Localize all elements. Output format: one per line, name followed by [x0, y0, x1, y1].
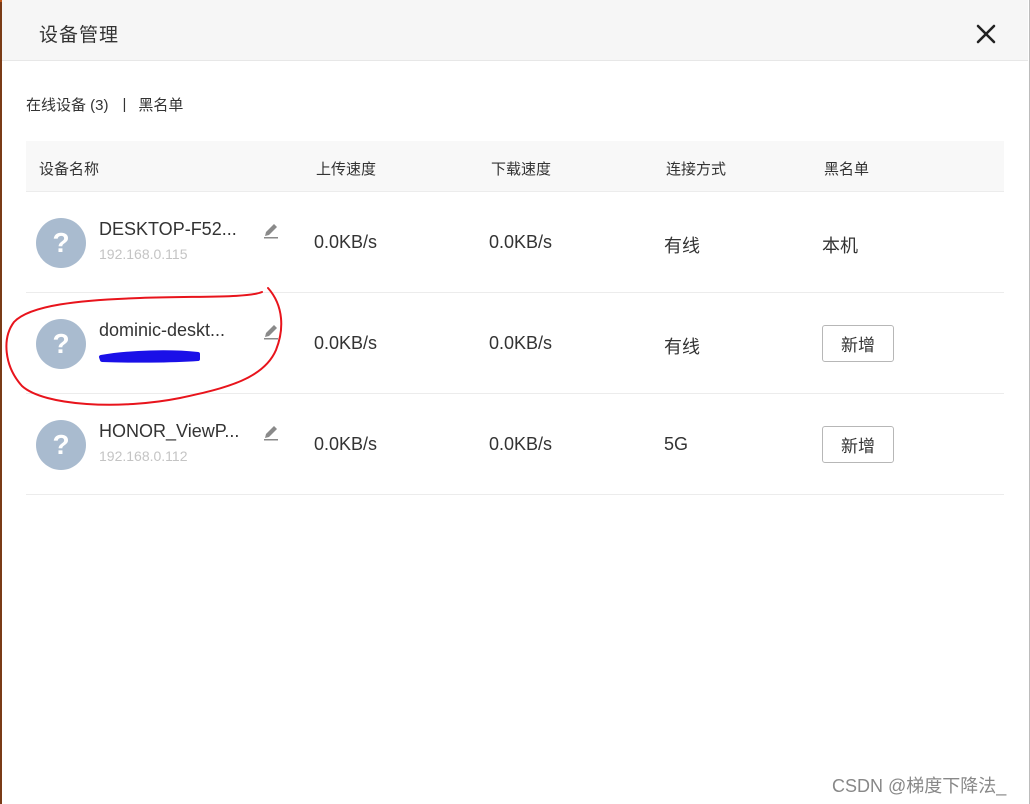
connection-type: 有线: [664, 236, 700, 256]
column-header-download-speed: 下载速度: [491, 161, 552, 178]
add-to-blacklist-button[interactable]: 新增: [822, 325, 894, 362]
upload-speed: 0.0KB/s: [314, 232, 378, 252]
device-name: dominic-deskt...: [99, 320, 226, 340]
pencil-icon[interactable]: [262, 221, 280, 239]
upload-speed: 0.0KB/s: [314, 333, 378, 353]
pencil-icon[interactable]: [262, 423, 280, 441]
tab-online-devices[interactable]: 在线设备 (3): [26, 94, 109, 115]
device-name: DESKTOP-F52...: [99, 219, 237, 239]
table-row: ? DESKTOP-F52... 192.168.0.115 0.0KB/s 0…: [26, 192, 1004, 293]
question-mark-icon: ?: [36, 319, 86, 369]
upload-speed: 0.0KB/s: [314, 434, 378, 454]
add-to-blacklist-button[interactable]: 新增: [822, 426, 894, 463]
question-mark-icon: ?: [36, 420, 86, 470]
table-row: ? HONOR_ViewP... 192.168.0.112 0.0KB/s 0…: [26, 394, 1004, 495]
download-speed: 0.0KB/s: [489, 333, 553, 353]
column-header-connection: 连接方式: [666, 161, 727, 178]
question-mark-icon: ?: [36, 218, 86, 268]
column-header-blacklist: 黑名单: [824, 161, 870, 178]
device-ip: 192.168.0.115: [99, 246, 188, 262]
device-name: HONOR_ViewP...: [99, 421, 240, 441]
dialog-title: 设备管理: [39, 25, 120, 46]
table-row: ? dominic-deskt... 0.0KB/s 0.0KB/s 有线 新增: [26, 293, 1004, 394]
column-header-device-name: 设备名称: [39, 161, 100, 178]
local-device-label: 本机: [822, 236, 858, 256]
download-speed: 0.0KB/s: [489, 232, 553, 252]
close-icon[interactable]: [972, 20, 1000, 48]
dialog-header: 设备管理: [2, 0, 1028, 61]
download-speed: 0.0KB/s: [489, 434, 553, 454]
tab-separator: |: [122, 96, 127, 113]
table-header: 设备名称 上传速度 下载速度 连接方式 黑名单: [26, 141, 1004, 192]
device-management-dialog: 设备管理 在线设备 (3) | 黑名单 设备名称 上传速度 下载速度 连接方式 …: [2, 0, 1030, 804]
pencil-icon[interactable]: [262, 322, 280, 340]
tab-bar: 在线设备 (3) | 黑名单: [26, 94, 183, 115]
tab-blacklist[interactable]: 黑名单: [138, 94, 183, 115]
watermark: CSDN @梯度下降法_: [832, 776, 1007, 796]
column-header-upload-speed: 上传速度: [316, 161, 377, 178]
device-ip: 192.168.0.112: [99, 448, 188, 464]
connection-type: 有线: [664, 337, 700, 357]
connection-type: 5G: [664, 434, 689, 454]
